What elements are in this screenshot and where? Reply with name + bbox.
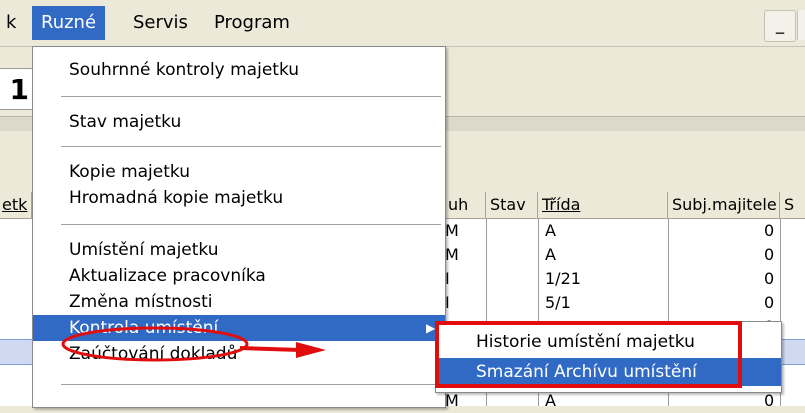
ruzne-dropdown-menu: Souhrnné kontroly majetku Stav majetku K… [32, 46, 446, 408]
menu-ruzne-label: Ruzné [41, 12, 97, 33]
menu-item-umisteni-majetku[interactable]: Umístění majetku [33, 237, 445, 263]
minimize-icon: _ [775, 15, 785, 35]
menubar: k Ruzné Servis Program _ [0, 0, 805, 47]
menu-item-kopie-majetku[interactable]: Kopie majetku [33, 159, 445, 185]
menu-separator [61, 384, 441, 385]
minimize-button[interactable]: _ [764, 10, 796, 42]
menu-separator [61, 96, 441, 97]
column-header-subj-majitele[interactable]: Subj.majitele [668, 192, 780, 218]
submenu-arrow-icon: ▶ [426, 321, 436, 335]
menu-item-zmena-mistnosti[interactable]: Změna místnosti [33, 289, 445, 315]
document-tab[interactable]: 1 [0, 68, 34, 110]
menu-item-kontrola-umisteni[interactable]: Kontrola umístění ▶ [33, 315, 445, 341]
menu-program-label: Program [214, 12, 290, 33]
menu-item-aktualizace-pracovnika[interactable]: Aktualizace pracovníka [33, 263, 445, 289]
column-header-s[interactable]: S [780, 192, 805, 218]
menu-program[interactable]: Program [205, 6, 299, 40]
menu-item-zauctovani-dokladu[interactable]: Zaúčtování dokladů [33, 341, 445, 367]
column-header-etk[interactable]: etk [0, 192, 32, 218]
annotation-highlight-box [435, 321, 742, 388]
column-header-trida[interactable]: Třída [538, 192, 668, 218]
window-control-edge[interactable] [797, 10, 805, 40]
menu-item-hromadna-kopie[interactable]: Hromadná kopie majetku [33, 185, 445, 211]
menu-item-souhrnne-kontroly[interactable]: Souhrnné kontroly majetku [33, 57, 445, 83]
menu-servis[interactable]: Servis [124, 6, 197, 40]
menu-servis-label: Servis [133, 12, 188, 33]
column-header-druh[interactable]: uh [444, 192, 486, 218]
document-tab-label: 1 [9, 73, 29, 106]
menu-ruzne[interactable]: Ruzné [32, 6, 106, 40]
menu-separator [61, 146, 441, 147]
column-header-stav[interactable]: Stav [486, 192, 538, 218]
menu-item-stav-majetku[interactable]: Stav majetku [33, 109, 445, 135]
menubar-item-fragment[interactable]: k [0, 6, 22, 40]
menu-separator [61, 224, 441, 225]
